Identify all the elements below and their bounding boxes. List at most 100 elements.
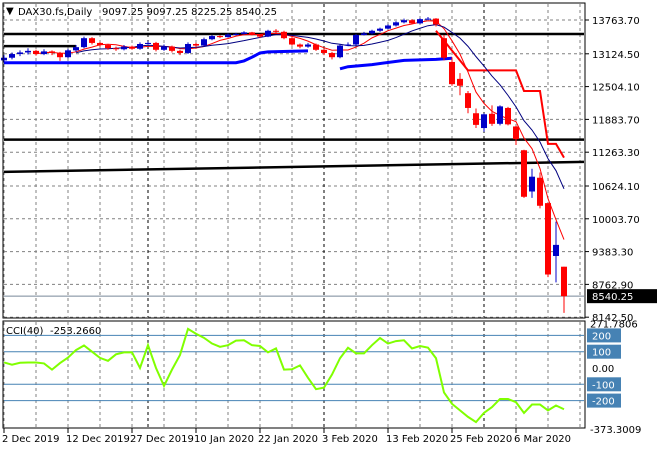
candle-body bbox=[153, 42, 159, 50]
candle-body bbox=[97, 42, 103, 46]
candle-body bbox=[209, 36, 215, 40]
candle-body bbox=[409, 20, 415, 24]
candle-body bbox=[169, 46, 175, 51]
cci-level-label: 200 bbox=[592, 331, 611, 342]
price-tick-label: 13763.70 bbox=[592, 16, 640, 27]
candle-body bbox=[113, 48, 119, 50]
candle-body bbox=[337, 45, 343, 58]
candle-body bbox=[329, 52, 335, 58]
candle-body bbox=[281, 31, 287, 39]
candle-body bbox=[265, 30, 271, 37]
candle-body bbox=[489, 113, 495, 124]
candle-body bbox=[353, 34, 359, 45]
candle-body bbox=[49, 51, 55, 53]
candle-body bbox=[17, 52, 23, 55]
grid bbox=[3, 4, 584, 427]
price-tick-label: 10624.10 bbox=[592, 182, 640, 193]
candle-body bbox=[233, 33, 239, 35]
candle-body bbox=[137, 43, 143, 49]
candle-body bbox=[473, 113, 479, 125]
candle-body bbox=[313, 44, 319, 50]
candle-body bbox=[385, 25, 391, 29]
candle-body bbox=[321, 49, 327, 53]
candle-body bbox=[393, 22, 399, 26]
candle-body bbox=[529, 176, 535, 192]
candle-body bbox=[521, 150, 527, 197]
cci-level-label: -100 bbox=[592, 380, 615, 391]
candle-body bbox=[241, 32, 247, 34]
candle-body bbox=[89, 38, 95, 43]
candle-body bbox=[449, 61, 455, 85]
date-label: 6 Mar 2020 bbox=[514, 434, 571, 445]
candle-body bbox=[1, 57, 7, 61]
candle-body bbox=[297, 44, 303, 47]
price-tick-label: 12504.10 bbox=[592, 83, 640, 94]
candle-body bbox=[537, 177, 543, 206]
trendline bbox=[3, 160, 585, 174]
symbol-title: DAX30.fs,Daily bbox=[18, 7, 92, 18]
candle-body bbox=[121, 46, 127, 50]
cci-min-label: -373.3009 bbox=[590, 425, 641, 436]
candle-body bbox=[217, 36, 223, 38]
candle-body bbox=[201, 39, 207, 46]
candle-body bbox=[129, 46, 135, 49]
cci-value: -253.2660 bbox=[50, 326, 101, 337]
candle-body bbox=[417, 19, 423, 24]
candle-body bbox=[513, 126, 519, 140]
candle-body bbox=[249, 32, 255, 35]
candle-body bbox=[289, 38, 295, 45]
date-label: 10 Jan 2020 bbox=[194, 434, 254, 445]
candle-body bbox=[561, 266, 567, 297]
candle-body bbox=[81, 38, 87, 48]
candle-body bbox=[225, 34, 231, 38]
date-label: 27 Dec 2019 bbox=[130, 434, 194, 445]
price-tick-label: 13124.50 bbox=[592, 50, 640, 61]
date-label: 22 Jan 2020 bbox=[258, 434, 318, 445]
cci-line bbox=[3, 327, 565, 424]
candle-body bbox=[73, 47, 79, 51]
candle-body bbox=[505, 107, 511, 125]
candle-body bbox=[545, 203, 551, 275]
candle-body bbox=[361, 33, 367, 35]
candle-body bbox=[457, 78, 463, 86]
candle-body bbox=[33, 50, 39, 55]
current-price-label: 8540.25 bbox=[592, 292, 633, 303]
candle-body bbox=[433, 18, 439, 25]
candle-body bbox=[25, 50, 31, 53]
chart-window: 2001000.00-100-200271.7806-373.3009 1376… bbox=[1, 2, 657, 445]
price-tick-label: 9383.30 bbox=[592, 248, 633, 259]
candle-body bbox=[257, 34, 263, 37]
price-tick-label: 10003.70 bbox=[592, 215, 640, 226]
date-label: 3 Feb 2020 bbox=[322, 434, 378, 445]
cci-level-label: -200 bbox=[592, 397, 615, 408]
candle-body bbox=[185, 43, 191, 53]
candle-body bbox=[9, 54, 15, 58]
candle-body bbox=[425, 18, 431, 20]
candle-body bbox=[377, 28, 383, 31]
candle-body bbox=[305, 44, 311, 47]
cci-panel-frame bbox=[2, 320, 586, 429]
candle-body bbox=[369, 30, 375, 34]
price-tick-label: 8142.50 bbox=[592, 313, 633, 324]
cci-level-label: 100 bbox=[592, 348, 611, 359]
support-line bbox=[339, 56, 453, 71]
collapse-arrow-icon[interactable]: ▼ bbox=[6, 6, 14, 17]
date-label: 25 Feb 2020 bbox=[450, 434, 512, 445]
date-label: 13 Feb 2020 bbox=[386, 434, 448, 445]
candle-body bbox=[481, 114, 487, 129]
candle-body bbox=[273, 30, 279, 32]
candle-body bbox=[41, 51, 47, 55]
candle-body bbox=[65, 50, 71, 58]
candle-body bbox=[105, 45, 111, 49]
ohlc-readout: 9097.25 9097.25 8225.25 8540.25 bbox=[102, 7, 277, 18]
date-label: 2 Dec 2019 bbox=[2, 434, 60, 445]
candle-body bbox=[497, 106, 503, 124]
candle-body bbox=[177, 50, 183, 53]
price-tick-label: 11883.70 bbox=[592, 115, 640, 126]
candle-body bbox=[145, 42, 151, 44]
candle-body bbox=[345, 44, 351, 46]
candle-body bbox=[441, 38, 447, 58]
candle-body bbox=[401, 20, 407, 23]
cci-title: CCI(40) bbox=[6, 326, 44, 337]
axes: 13763.70 13124.50 12504.10 11883.70 11263.30… bbox=[2, 16, 657, 445]
